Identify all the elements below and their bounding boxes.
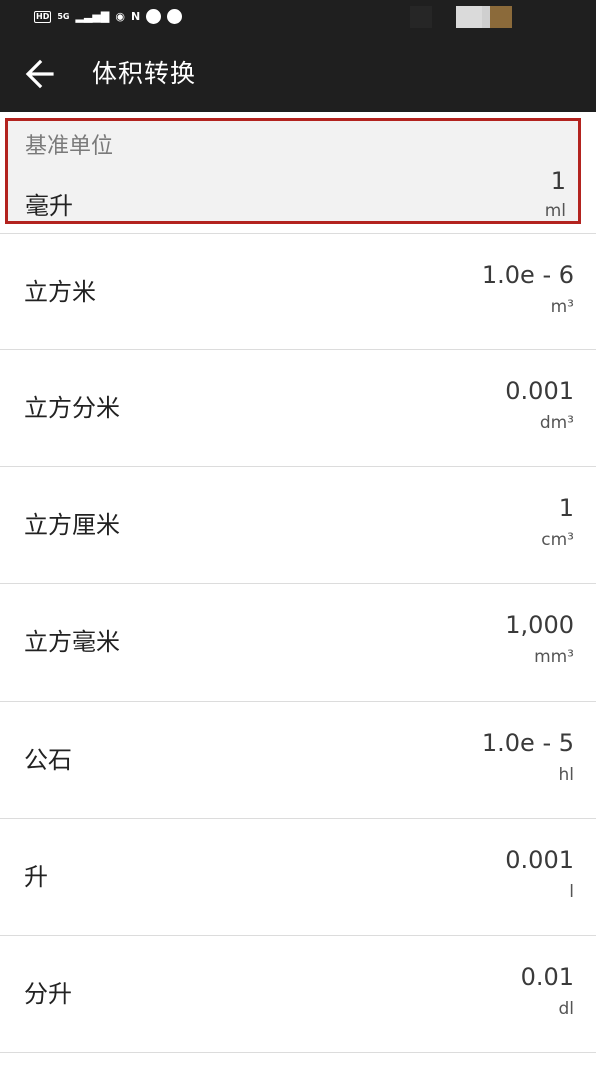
unit-row-cubic-centimeter[interactable]: 立方厘米 1 cm³ — [0, 466, 596, 582]
status-blur-block — [490, 6, 512, 28]
unit-symbol: hl — [558, 765, 575, 785]
unit-name: 分升 — [24, 980, 72, 1008]
status-bar: HD 5G ▂▃▅▇ ◉ N — [0, 0, 596, 36]
arrow-left-icon — [25, 59, 54, 89]
unit-value: 0.001 — [505, 377, 574, 405]
base-unit-symbol: ml — [544, 201, 566, 221]
network-type-label: 5G — [57, 11, 70, 21]
unit-row-partial — [0, 1052, 596, 1080]
status-blur-block — [482, 6, 490, 28]
page-title: 体积转换 — [92, 59, 197, 88]
unit-value: 0.001 — [505, 846, 574, 874]
unit-value: 0.01 — [520, 963, 574, 991]
unit-row-liter[interactable]: 升 0.001 l — [0, 818, 596, 934]
base-unit-card[interactable]: 基准单位 1 毫升 ml — [5, 118, 581, 224]
unit-name: 公石 — [24, 746, 72, 774]
app-bar: 体积转换 — [0, 36, 596, 112]
unit-name: 立方米 — [24, 278, 96, 306]
base-unit-name: 毫升 — [25, 192, 73, 220]
eye-icon: ◉ — [115, 9, 125, 23]
unit-symbol: dl — [558, 999, 574, 1019]
status-blur-block — [456, 6, 482, 28]
unit-row-deciliter[interactable]: 分升 0.01 dl — [0, 935, 596, 1051]
unit-name: 立方分米 — [24, 394, 120, 422]
base-unit-value: 1 — [550, 167, 566, 195]
unit-name: 立方毫米 — [24, 628, 120, 656]
location-icon — [167, 9, 183, 24]
unit-list: 基准单位 1 毫升 ml 立方米 1.0e - 6 m³ 立方分米 0.001 … — [0, 112, 596, 1080]
unit-symbol: m³ — [550, 297, 574, 317]
signal-icon: ▂▃▅▇ — [75, 9, 110, 23]
back-button[interactable] — [22, 56, 62, 92]
unit-name: 立方厘米 — [24, 511, 120, 539]
unit-row-cubic-meter[interactable]: 立方米 1.0e - 6 m³ — [0, 233, 596, 349]
unit-symbol: dm³ — [539, 413, 574, 433]
status-icons: HD 5G ▂▃▅▇ ◉ N — [34, 9, 183, 24]
unit-row-hectoliter[interactable]: 公石 1.0e - 5 hl — [0, 701, 596, 817]
unit-row-cubic-millimeter[interactable]: 立方毫米 1,000 mm³ — [0, 583, 596, 699]
base-unit-label: 基准单位 — [25, 134, 114, 159]
unit-row-cubic-decimeter[interactable]: 立方分米 0.001 dm³ — [0, 349, 596, 465]
unit-name: 升 — [24, 863, 48, 891]
unit-value: 1.0e - 5 — [481, 729, 574, 757]
nfc-icon: N — [130, 9, 141, 23]
unit-value: 1,000 — [505, 611, 574, 639]
unit-symbol: l — [569, 882, 574, 902]
status-blur-block — [410, 6, 432, 28]
unit-symbol: cm³ — [541, 530, 574, 550]
hd-icon: HD — [34, 10, 52, 23]
android-icon — [146, 9, 162, 24]
unit-value: 1.0e - 6 — [481, 261, 574, 289]
unit-value: 1 — [558, 494, 574, 522]
unit-symbol: mm³ — [534, 647, 574, 667]
